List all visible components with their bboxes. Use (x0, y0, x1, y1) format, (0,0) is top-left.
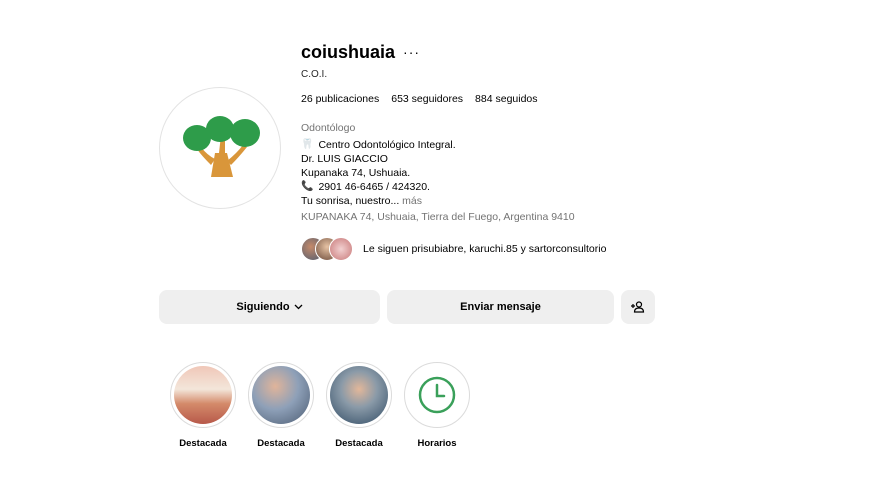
followed-by-joiner: y (520, 243, 526, 255)
profile-avatar[interactable] (159, 87, 281, 209)
bio-line-3: Kupanaka 74, Ushuaia. (301, 167, 411, 179)
chevron-down-icon (294, 302, 303, 312)
follower-avatar (329, 237, 353, 261)
highlight-label: Destacada (257, 438, 305, 449)
bio-line-1: Centro Odontológico Integral. (318, 139, 456, 151)
highlight-item[interactable]: Horarios (404, 362, 470, 449)
add-user-button[interactable] (621, 290, 655, 324)
bio-more-link[interactable]: más (402, 195, 422, 207)
profile-bio: 🦷 Centro Odontológico Integral. Dr. LUIS… (301, 138, 721, 208)
followed-by[interactable]: Le siguen prisubiabre, karuchi.85 y sart… (301, 237, 721, 261)
followers-count[interactable]: 653 seguidores (391, 93, 463, 105)
following-label: Siguiendo (236, 301, 290, 313)
highlight-label: Horarios (417, 438, 457, 449)
posts-count: 26 publicaciones (301, 93, 380, 105)
profile-username: coiushuaia (301, 41, 396, 62)
highlight-item[interactable]: Destacada (326, 362, 392, 449)
bio-line-4: 2901 46-6465 / 424320. (318, 181, 430, 193)
send-message-button[interactable]: Enviar mensaje (387, 290, 614, 324)
profile-category: Odontólogo (301, 122, 356, 134)
followed-by-prefix: Le siguen (363, 243, 409, 255)
highlight-cover (330, 366, 388, 424)
send-message-label: Enviar mensaje (460, 301, 541, 313)
highlight-label: Destacada (179, 438, 227, 449)
more-options-icon[interactable]: ··· (403, 45, 420, 59)
add-person-icon (631, 301, 645, 313)
profile-full-name: C.O.I. (301, 69, 328, 80)
highlight-label: Destacada (335, 438, 383, 449)
following-button[interactable]: Siguiendo (159, 290, 380, 324)
highlight-item[interactable]: Destacada (248, 362, 314, 449)
phone-icon: 📞 (301, 181, 314, 192)
highlight-cover (174, 366, 232, 424)
highlight-item[interactable]: Destacada (170, 362, 236, 449)
clock-icon (418, 376, 456, 414)
profile-address[interactable]: KUPANAKA 74, Ushuaia, Tierra del Fuego, … (301, 211, 721, 223)
tree-logo-icon (183, 116, 260, 177)
bio-line-5: Tu sonrisa, nuestro... (301, 195, 400, 207)
following-count[interactable]: 884 seguidos (475, 93, 537, 105)
tooth-icon: 🦷 (301, 139, 314, 150)
highlight-cover (252, 366, 310, 424)
profile-stats: 26 publicaciones 653 seguidores 884 segu… (301, 93, 721, 105)
followed-by-users[interactable]: prisubiabre, karuchi.85 (411, 243, 517, 255)
highlights-row: Destacada Destacada Destacada Horarios (170, 362, 470, 449)
followed-by-last[interactable]: sartorconsultorio (529, 243, 607, 255)
bio-line-2: Dr. LUIS GIACCIO (301, 153, 388, 165)
profile-info: coiushuaia ··· C.O.I. 26 publicaciones 6… (301, 40, 721, 261)
